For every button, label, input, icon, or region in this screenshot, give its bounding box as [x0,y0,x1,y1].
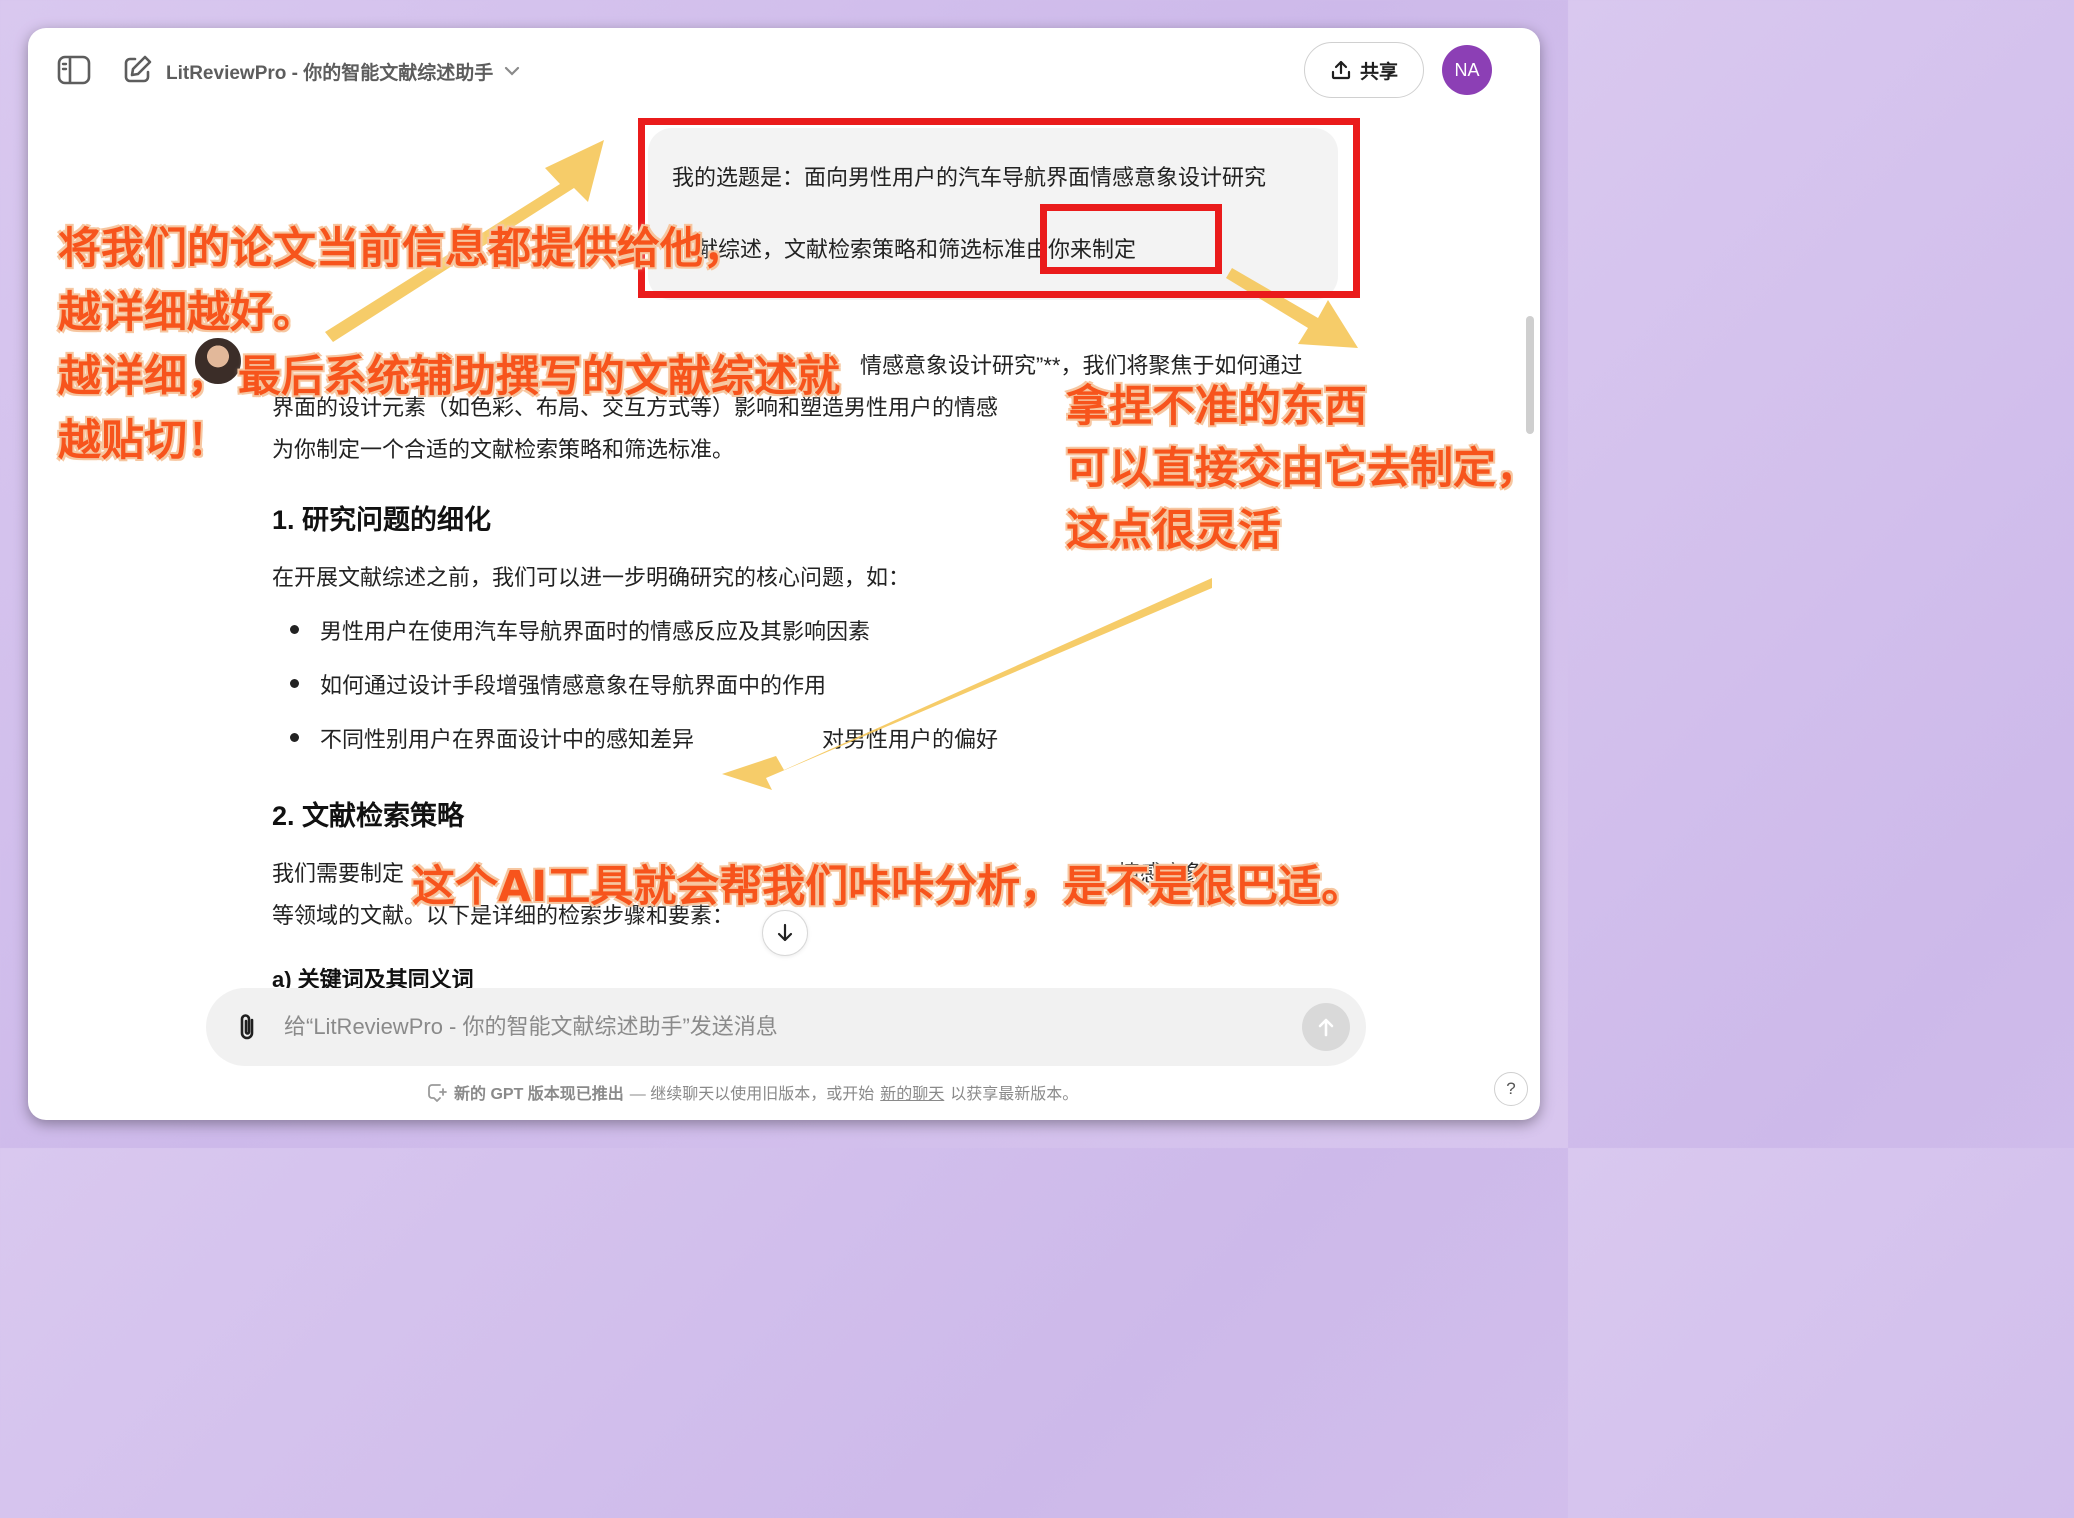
user-avatar[interactable]: NA [1442,45,1492,95]
message-composer [206,988,1366,1066]
version-notice-text: 以获享最新版本。 [950,1086,1079,1103]
assistant-paragraph: 在开展文献综述之前，我们可以进一步明确研究的核心问题，如： [272,565,911,590]
section-heading: 1. 研究问题的细化 [272,505,492,535]
assistant-paragraph: 我们需要制定 [272,861,405,886]
version-notice-title: 新的 GPT 版本现已推出 [454,1086,624,1103]
new-chat-button[interactable] [116,50,158,90]
share-button[interactable]: 共享 [1304,42,1424,98]
annotation-left: 将我们的论文当前信息都提供给他， [58,224,746,274]
annotation-bottom: 这个AI工具就会帮我们咔咔分析，是不是很巴适。 [412,862,1365,912]
bullet-dot [290,733,299,742]
author-avatar-sticker [193,336,243,386]
bullet-dot [290,625,299,634]
new-chat-link[interactable]: 新的聊天 [880,1080,944,1104]
highlight-box-criteria [1040,204,1222,274]
list-item: 对男性用户的偏好 [822,727,999,752]
bullet-dot [290,679,299,688]
list-item: 如何通过设计手段增强情感意象在导航界面中的作用 [320,673,827,698]
annotation-right: 这点很灵活 [1066,506,1281,556]
version-notice-text: — 继续聊天以使用旧版本，或开始 [629,1086,875,1103]
section-heading: 2. 文献检索策略 [272,801,465,831]
gpt-title-dropdown[interactable]: LitReviewPro - 你的智能文献综述助手 [166,54,521,88]
annotation-right: 拿捏不准的东西 [1066,382,1367,432]
scrollbar-thumb[interactable] [1526,316,1534,434]
assistant-paragraph: 为你制定一个合适的文献检索策略和筛选标准。 [272,437,735,462]
share-icon [1331,60,1351,80]
message-input[interactable] [284,1008,1184,1046]
annotation-left: 越详细越好。 [58,288,316,338]
scroll-to-bottom-button[interactable] [762,910,808,956]
highlight-box-user-message [638,118,1360,298]
arrow-up-icon [1318,1018,1334,1037]
list-item: 男性用户在使用汽车导航界面时的情感反应及其影响因素 [320,619,871,644]
list-item: 不同性别用户在界面设计中的感知差异 [320,727,695,752]
sidebar-icon [57,55,91,85]
annotation-left: 越贴切！ [58,416,230,466]
help-button[interactable]: ? [1494,1072,1528,1106]
send-button[interactable] [1302,1003,1350,1051]
version-notice: 新的 GPT 版本现已推出 — 继续聊天以使用旧版本，或开始 新的聊天 以获享最… [426,1078,1078,1106]
chevron-down-icon [505,66,520,76]
arrow-down-icon [777,923,793,942]
edit-icon [124,55,152,83]
attach-button[interactable] [228,1008,266,1046]
new-gpt-icon [428,1084,447,1102]
share-label: 共享 [1359,61,1398,83]
paperclip-icon [240,1014,254,1040]
gpt-title: LitReviewPro - 你的智能文献综述助手 [166,62,494,84]
annotation-left: 最后系统辅助撰写的文献综述就 [238,352,840,402]
sidebar-toggle-button[interactable] [52,50,96,90]
annotation-right: 可以直接交由它去制定， [1066,444,1539,494]
